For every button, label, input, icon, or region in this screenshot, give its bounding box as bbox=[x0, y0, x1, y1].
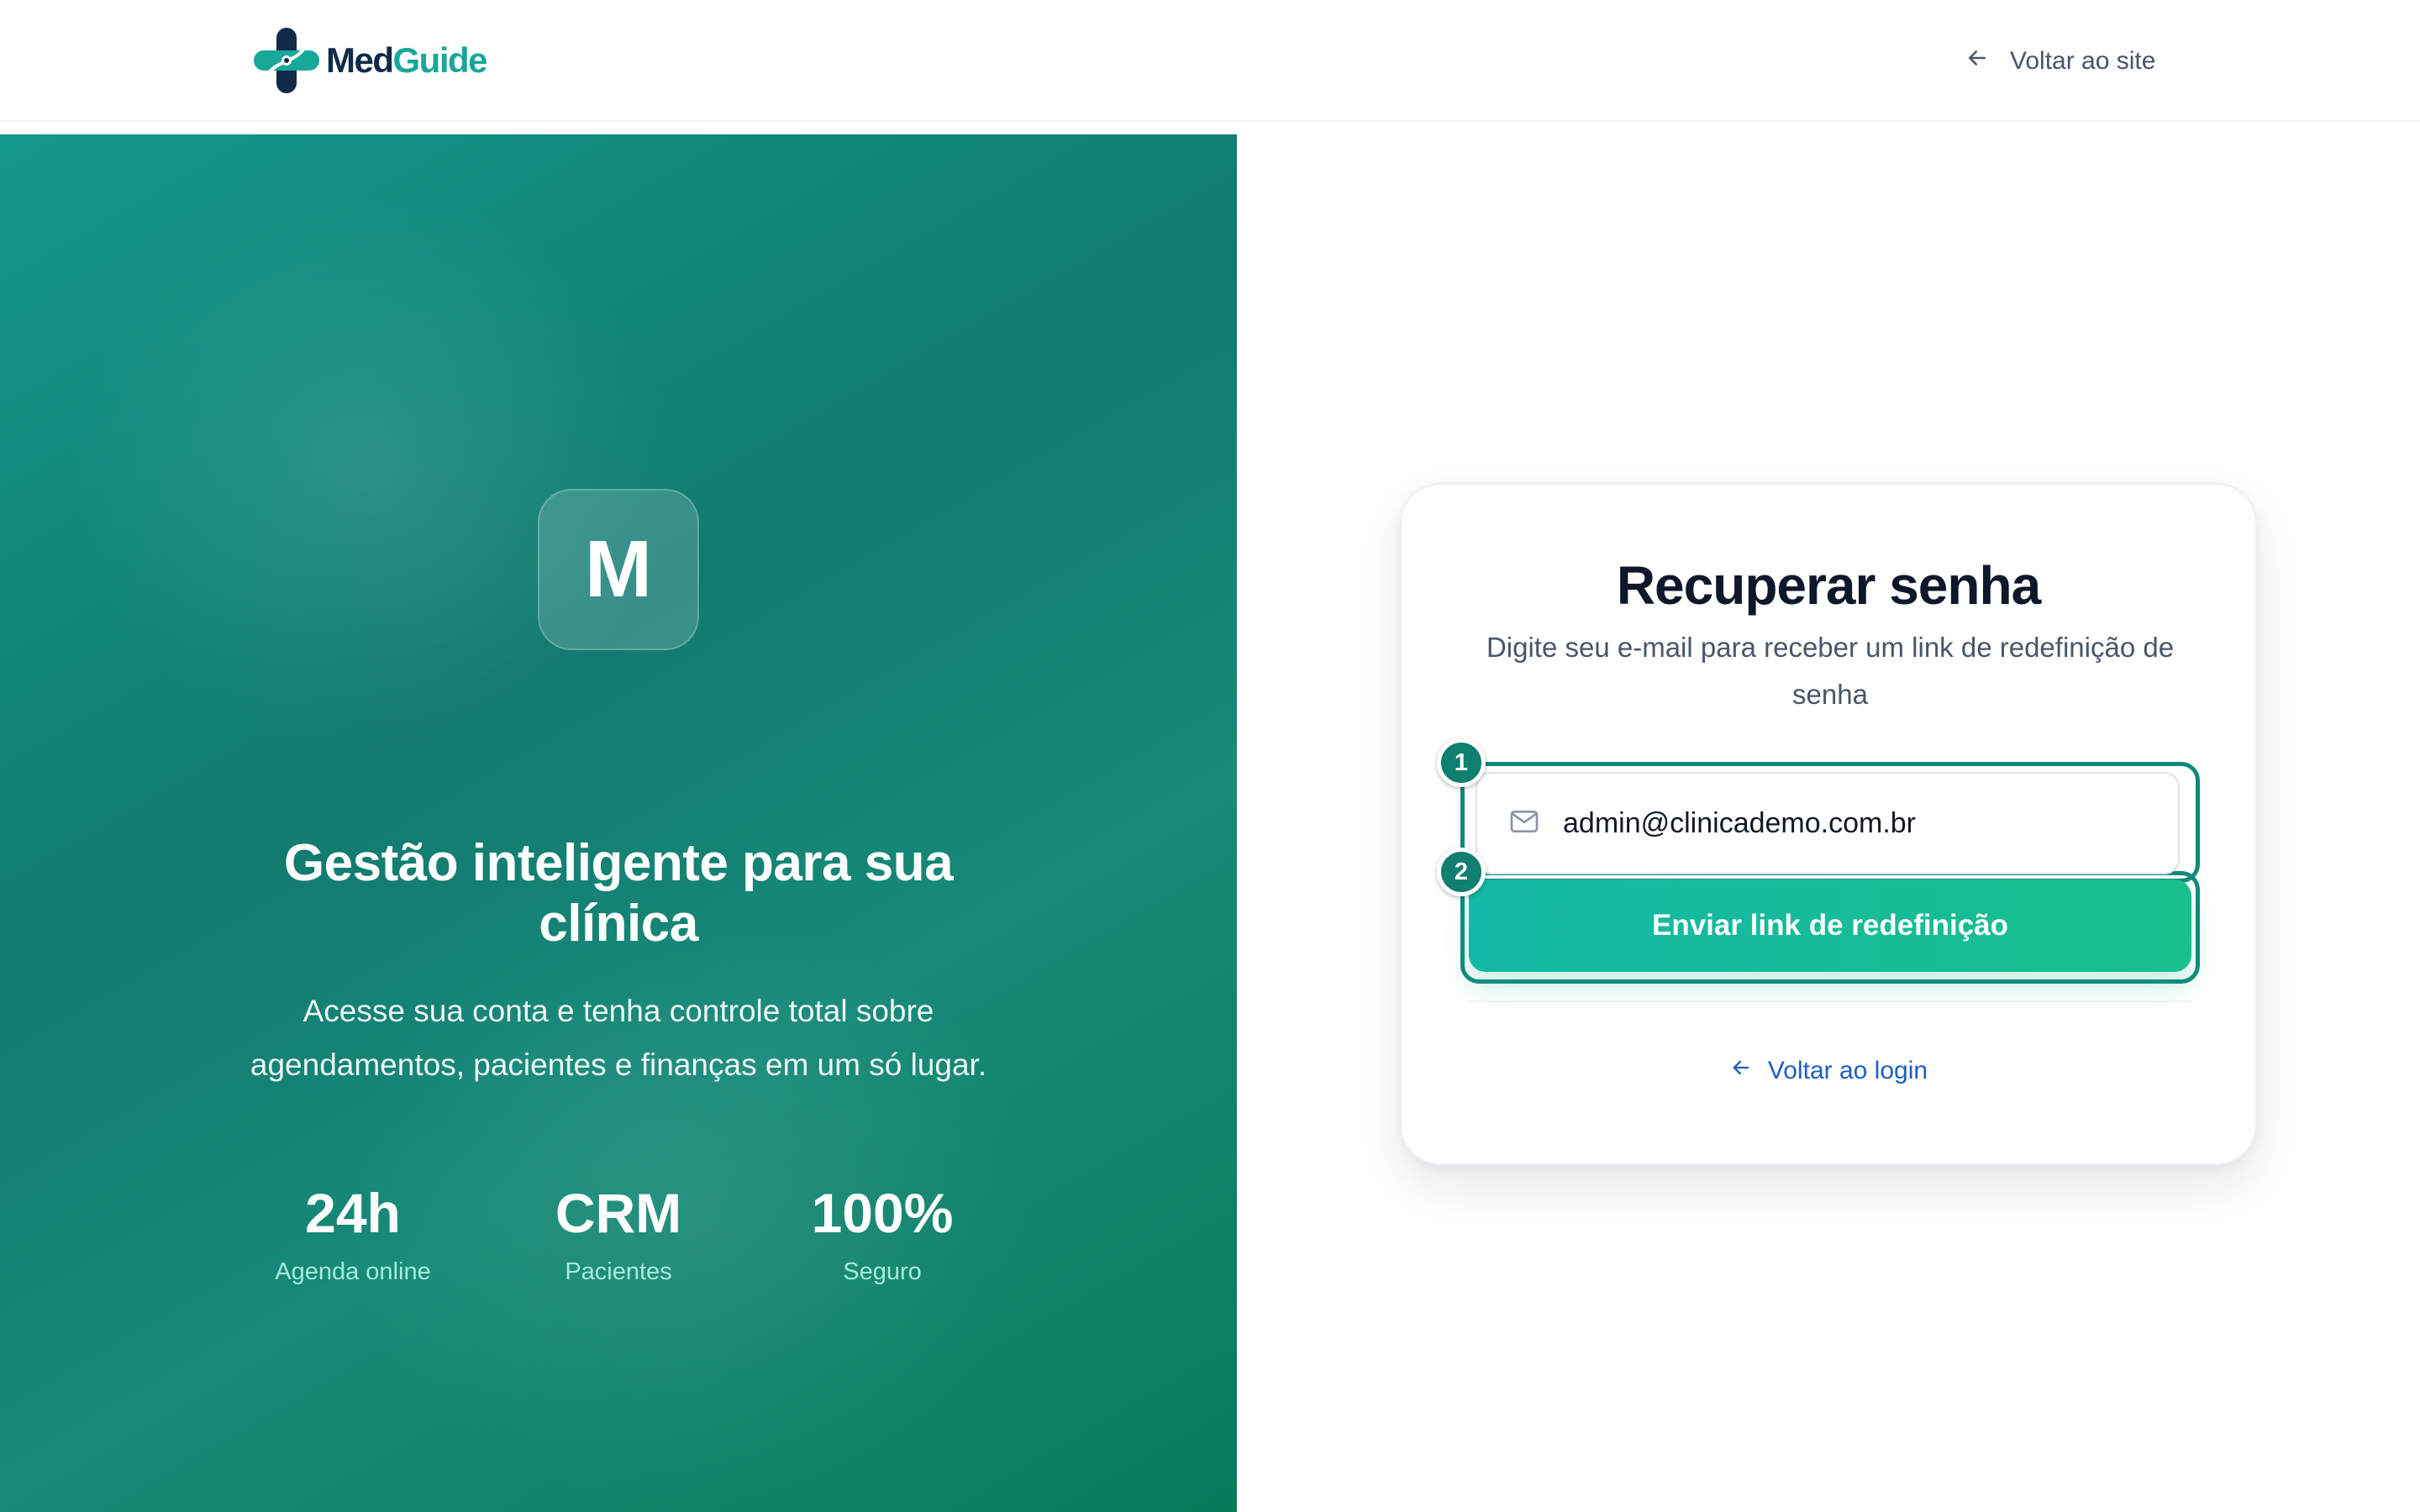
logo-text-secondary: Guide bbox=[392, 40, 488, 80]
hero-panel: M Gestão inteligente para sua clínica Ac… bbox=[0, 134, 1237, 1512]
top-header: MedGuide Voltar ao site bbox=[0, 0, 2420, 122]
back-to-site-label: Voltar ao site bbox=[2010, 47, 2156, 75]
annotation-marker-1: 1 bbox=[1437, 738, 1486, 787]
password-recovery-card: Recuperar senha Digite seu e-mail para r… bbox=[1400, 483, 2257, 1165]
card-title: Recuperar senha bbox=[1616, 555, 2041, 616]
stat-agenda: 24h Agenda online bbox=[218, 1176, 487, 1290]
medical-cross-logo-icon bbox=[252, 26, 321, 95]
logo-text: MedGuide bbox=[326, 40, 488, 80]
hero-title: Gestão inteligente para sua clínica bbox=[283, 834, 954, 953]
hero-subtitle: Acesse sua conta e tenha controle total … bbox=[250, 994, 987, 1082]
hero-badge: M bbox=[538, 489, 699, 650]
mail-icon bbox=[1507, 805, 1541, 843]
arrow-left-icon bbox=[1965, 45, 1990, 77]
stat-crm: CRM Pacientes bbox=[484, 1176, 753, 1290]
send-reset-link-button[interactable]: Enviar link de redefinição bbox=[1469, 879, 2191, 972]
email-field[interactable] bbox=[1476, 772, 2180, 874]
stat-value: CRM bbox=[555, 1182, 682, 1244]
medguide-logo[interactable]: MedGuide bbox=[252, 25, 488, 96]
back-to-site-link[interactable]: Voltar ao site bbox=[1965, 42, 2155, 81]
email-input[interactable] bbox=[1563, 806, 2168, 840]
divider bbox=[1469, 1000, 2191, 1002]
back-to-login-link[interactable]: Voltar ao login bbox=[1402, 1056, 2255, 1086]
stat-value: 100% bbox=[811, 1182, 954, 1244]
back-to-login-label: Voltar ao login bbox=[1767, 1057, 1928, 1084]
stat-label: Agenda online bbox=[275, 1258, 431, 1285]
stat-label: Seguro bbox=[843, 1258, 922, 1285]
stat-label: Pacientes bbox=[565, 1258, 672, 1285]
stat-security: 100% Seguro bbox=[748, 1176, 1017, 1290]
card-subtitle: Digite seu e-mail para receber um link d… bbox=[1486, 632, 2175, 710]
stat-value: 24h bbox=[305, 1182, 401, 1244]
annotation-marker-2: 2 bbox=[1437, 848, 1486, 896]
hero-stats: 24h Agenda online CRM Pacientes 100% Seg… bbox=[218, 1176, 1018, 1294]
arrow-left-icon bbox=[1729, 1056, 1753, 1086]
logo-text-primary: Med bbox=[326, 40, 394, 80]
